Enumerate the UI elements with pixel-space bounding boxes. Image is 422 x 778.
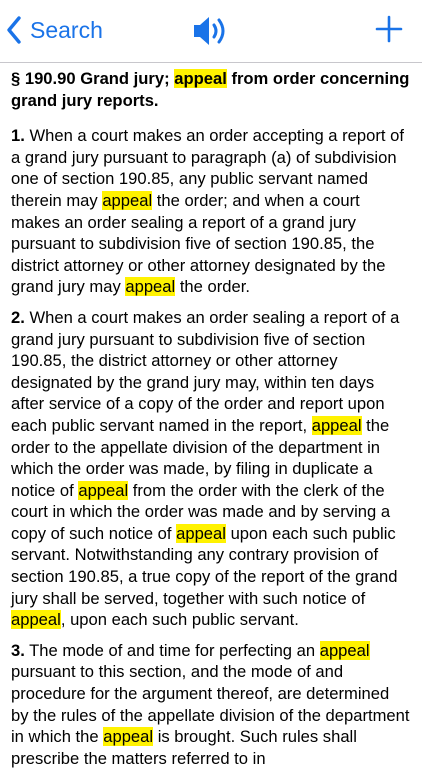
paragraph-text: The mode of and time for perfecting an	[24, 640, 320, 660]
navigation-bar: Search	[0, 0, 422, 62]
paragraph-2: 2. When a court makes an order sealing a…	[11, 307, 411, 631]
search-highlight: appeal	[319, 640, 370, 660]
search-highlight: appeal	[176, 523, 226, 543]
paragraph-1: 1. When a court makes an order accepting…	[11, 125, 411, 298]
search-highlight: appeal	[11, 610, 61, 630]
plus-icon	[374, 15, 404, 48]
back-button-label: Search	[30, 17, 103, 43]
search-highlight: appeal	[311, 415, 362, 435]
search-highlight: appeal	[174, 69, 227, 88]
paragraph-number: 2.	[11, 307, 25, 327]
navbar-divider	[0, 62, 422, 63]
speaker-icon	[191, 17, 231, 54]
paragraph-number: 1.	[11, 126, 25, 146]
search-highlight: appeal	[78, 480, 129, 500]
search-highlight: appeal	[125, 277, 176, 297]
speaker-button[interactable]	[191, 12, 231, 50]
section-title: § 190.90 Grand jury; appeal from order c…	[11, 68, 411, 111]
section-title-text: § 190.90 Grand jury;	[11, 69, 175, 88]
paragraph-number: 3.	[11, 640, 25, 660]
search-highlight: appeal	[102, 190, 153, 210]
search-highlight: appeal	[103, 727, 154, 747]
paragraph-text: , upon each such public servant.	[60, 610, 299, 630]
chevron-left-icon	[6, 16, 22, 44]
paragraph-text: the order.	[175, 277, 250, 297]
add-button[interactable]	[374, 14, 404, 44]
back-button[interactable]: Search	[6, 10, 103, 50]
statute-text: § 190.90 Grand jury; appeal from order c…	[11, 66, 411, 778]
